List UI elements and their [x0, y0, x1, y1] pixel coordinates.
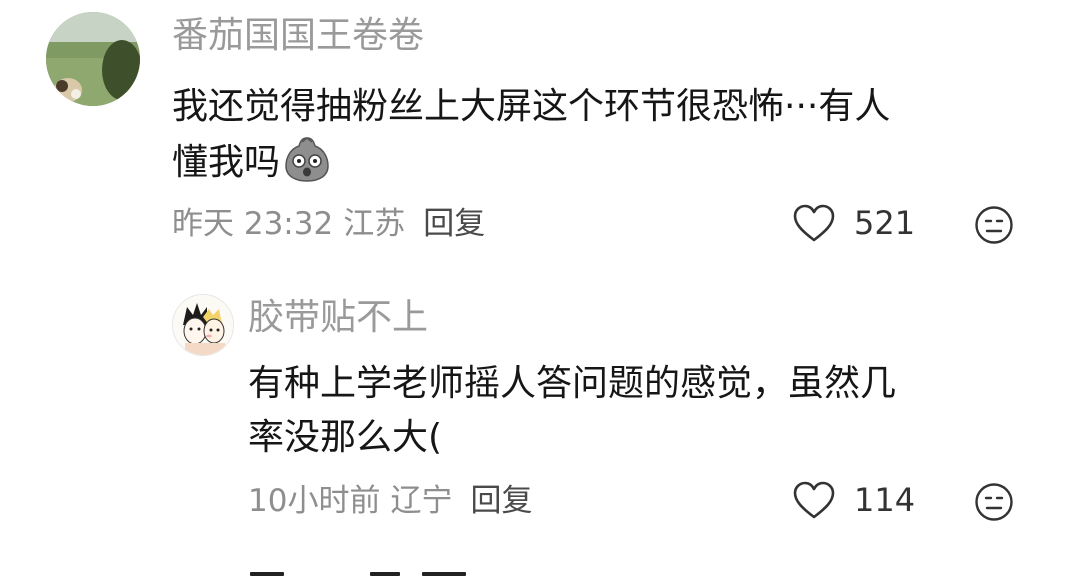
comment-time: 10小时前 — [248, 483, 381, 519]
heart-outline-icon — [793, 481, 835, 519]
comment-text-line-container: 懂我吗 — [172, 134, 1032, 190]
username[interactable]: 番茄国国王卷卷 — [172, 14, 424, 58]
comment-text: 有种上学老师摇人答问题的感觉，虽然几 率没那么大( — [248, 357, 1048, 465]
comment-location: 辽宁 — [390, 483, 453, 519]
like-button[interactable]: 114 — [792, 480, 915, 520]
comment-text-line: 率没那么大( — [248, 417, 443, 458]
avatar-cartoon-image — [173, 295, 233, 355]
cut-off-text — [250, 572, 284, 576]
avatar[interactable] — [172, 294, 234, 356]
cut-off-text — [422, 572, 466, 576]
comment-time: 昨天 23:32 — [172, 206, 334, 242]
next-comment-peek — [246, 570, 546, 578]
comment-location: 江苏 — [343, 206, 406, 242]
frown-face-icon — [975, 206, 1013, 244]
reply-button[interactable]: 回复 — [423, 206, 485, 242]
comment-meta: 昨天 23:32 江苏 回复 — [172, 204, 495, 244]
comment-meta: 10小时前 辽宁 回复 — [248, 481, 542, 521]
comment-text-line: 懂我吗 — [172, 142, 281, 183]
dislike-button[interactable] — [974, 482, 1014, 522]
like-count: 114 — [854, 481, 916, 519]
dislike-button[interactable] — [974, 205, 1014, 245]
shocked-blob-emoji-icon — [285, 137, 329, 182]
cut-off-text — [370, 572, 400, 576]
frown-face-icon — [975, 483, 1013, 521]
like-count: 521 — [854, 204, 916, 242]
like-button[interactable]: 521 — [792, 203, 915, 243]
username[interactable]: 胶带贴不上 — [248, 296, 428, 340]
reply-button[interactable]: 回复 — [470, 483, 532, 519]
comment-text-line: 我还觉得抽粉丝上大屏这个环节很恐怖···有人 — [172, 86, 891, 127]
avatar[interactable] — [46, 12, 140, 106]
heart-outline-icon — [793, 204, 835, 242]
comment-text: 我还觉得抽粉丝上大屏这个环节很恐怖···有人 懂我吗 — [172, 80, 1032, 190]
avatar-landscape-image — [46, 12, 140, 106]
comment-text-line: 有种上学老师摇人答问题的感觉，虽然几 — [248, 363, 897, 404]
